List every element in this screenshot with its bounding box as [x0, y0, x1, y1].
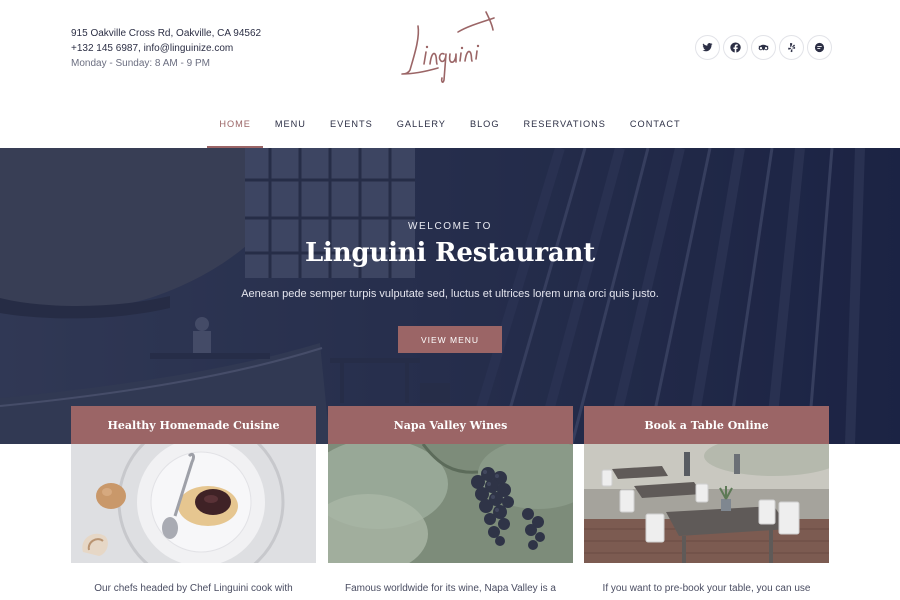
nav-item-blog[interactable]: BLOG: [458, 111, 512, 148]
nav-item-home[interactable]: HOME: [207, 111, 263, 148]
yelp-link[interactable]: [779, 35, 804, 60]
card-image-booking[interactable]: [584, 444, 829, 563]
card-text: If you want to pre-book your table, you …: [602, 583, 811, 594]
feature-card-wines[interactable]: Napa Valley Wines Famous worldwide for i…: [328, 406, 573, 600]
twitter-link[interactable]: [695, 35, 720, 60]
phone-text[interactable]: +132 145 6987,: [71, 43, 141, 54]
hero-banner: WELCOME TO Linguini Restaurant Aenean pe…: [0, 148, 900, 444]
main-nav: HOME MENU EVENTS GALLERY BLOG RESERVATIO…: [0, 111, 900, 148]
card-title[interactable]: Book a Table Online: [584, 406, 829, 444]
facebook-link[interactable]: [723, 35, 748, 60]
card-image-wines[interactable]: [328, 444, 573, 563]
hero-kicker: WELCOME TO: [408, 221, 492, 232]
view-menu-button[interactable]: VIEW MENU: [398, 326, 502, 353]
site-header: 915 Oakville Cross Rd, Oakville, CA 9456…: [0, 0, 900, 148]
dessert-plate-image: [71, 444, 316, 563]
email-link[interactable]: info@linguinize.com: [144, 43, 234, 54]
tripadvisor-icon: [758, 44, 769, 51]
grapes-image: [328, 444, 573, 563]
hours-text: Monday - Sunday: 8 AM - 9 PM: [71, 58, 210, 69]
foursquare-link[interactable]: [807, 35, 832, 60]
address-text: 915 Oakville Cross Rd, Oakville, CA 9456…: [71, 28, 262, 39]
social-links: [695, 35, 832, 60]
nav-item-reservations[interactable]: RESERVATIONS: [511, 111, 617, 148]
nav-item-menu[interactable]: MENU: [263, 111, 318, 148]
feature-card-booking[interactable]: Book a Table Online If you want to pre-b…: [584, 406, 829, 600]
card-text: Our chefs headed by Chef Linguini cook w…: [94, 583, 293, 594]
hero-subtitle: Aenean pede semper turpis vulputate sed,…: [241, 288, 659, 300]
hero-title: Linguini Restaurant: [304, 238, 596, 268]
patio-tables-image: [584, 444, 829, 563]
contact-info: 915 Oakville Cross Rd, Oakville, CA 9456…: [71, 26, 261, 71]
phone-email-line: +132 145 6987, info@linguinize.com: [71, 41, 261, 56]
yelp-icon: [788, 42, 796, 53]
feature-card-cuisine[interactable]: Healthy Homemade Cuisine Our chefs heade…: [71, 406, 316, 600]
facebook-icon: [730, 42, 741, 53]
twitter-icon: [702, 43, 713, 52]
card-title[interactable]: Healthy Homemade Cuisine: [71, 406, 316, 444]
nav-item-events[interactable]: EVENTS: [318, 111, 385, 148]
nav-item-gallery[interactable]: GALLERY: [385, 111, 458, 148]
card-image-cuisine[interactable]: [71, 444, 316, 563]
card-title[interactable]: Napa Valley Wines: [328, 406, 573, 444]
foursquare-icon: [814, 42, 825, 53]
card-text: Famous worldwide for its wine, Napa Vall…: [344, 583, 556, 594]
site-logo[interactable]: [398, 8, 504, 84]
nav-item-contact[interactable]: CONTACT: [618, 111, 693, 148]
tripadvisor-link[interactable]: [751, 35, 776, 60]
logo-wordmark-icon: [401, 11, 495, 83]
